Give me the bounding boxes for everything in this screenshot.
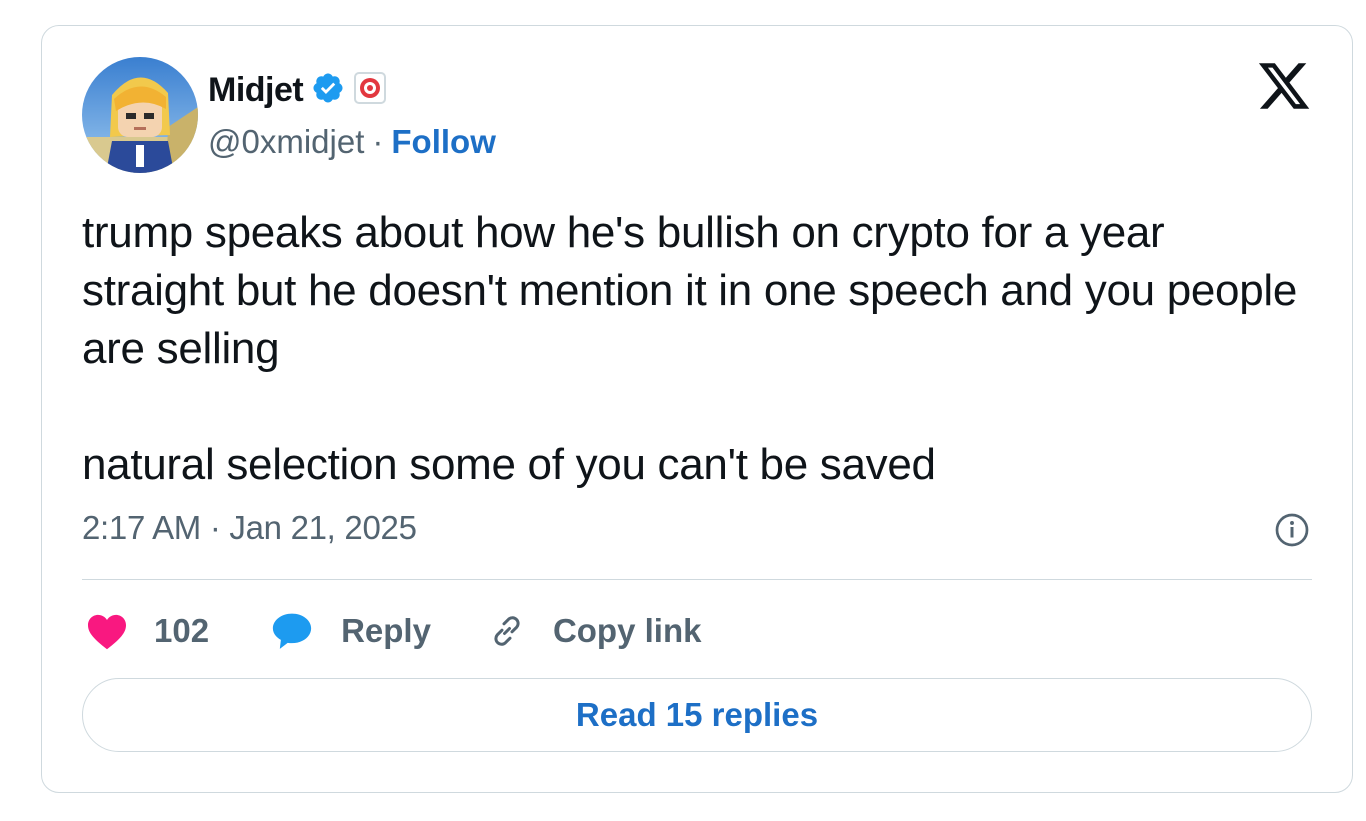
avatar-image — [82, 57, 198, 173]
read-replies-button[interactable]: Read 15 replies — [82, 678, 1312, 752]
reply-label: Reply — [341, 612, 431, 649]
follow-link[interactable]: Follow — [391, 123, 495, 161]
link-icon — [487, 611, 527, 651]
like-count: 102 — [154, 612, 210, 649]
x-logo-icon[interactable] — [1256, 58, 1312, 114]
reply-bubble-icon — [271, 611, 313, 651]
like-button[interactable]: 102 — [86, 612, 209, 650]
author-avatar[interactable] — [82, 57, 198, 173]
verified-badge-icon — [311, 71, 345, 110]
author-handle[interactable]: @0xmidjet — [208, 123, 364, 161]
affiliate-badge-icon — [353, 71, 387, 110]
embedded-tweet-card: Midjet @0xmidjet · Follow trump speaks a… — [41, 25, 1353, 793]
heart-icon — [86, 612, 128, 650]
copy-link-label: Copy link — [552, 612, 702, 649]
tweet-actions: 102 Reply Copy link — [86, 606, 701, 656]
info-icon[interactable] — [1274, 512, 1310, 548]
reply-button[interactable]: Reply — [271, 611, 431, 651]
author-name-row: Midjet — [208, 68, 387, 112]
separator-dot: · — [372, 123, 384, 160]
author-handle-row: @0xmidjet · Follow — [208, 120, 496, 164]
divider — [82, 579, 1312, 580]
tweet-text: trump speaks about how he's bullish on c… — [82, 208, 1298, 489]
tweet-timestamp[interactable]: 2:17 AM · Jan 21, 2025 — [82, 509, 417, 547]
copy-link-button[interactable]: Copy link — [487, 611, 702, 651]
author-display-name[interactable]: Midjet — [208, 71, 304, 110]
